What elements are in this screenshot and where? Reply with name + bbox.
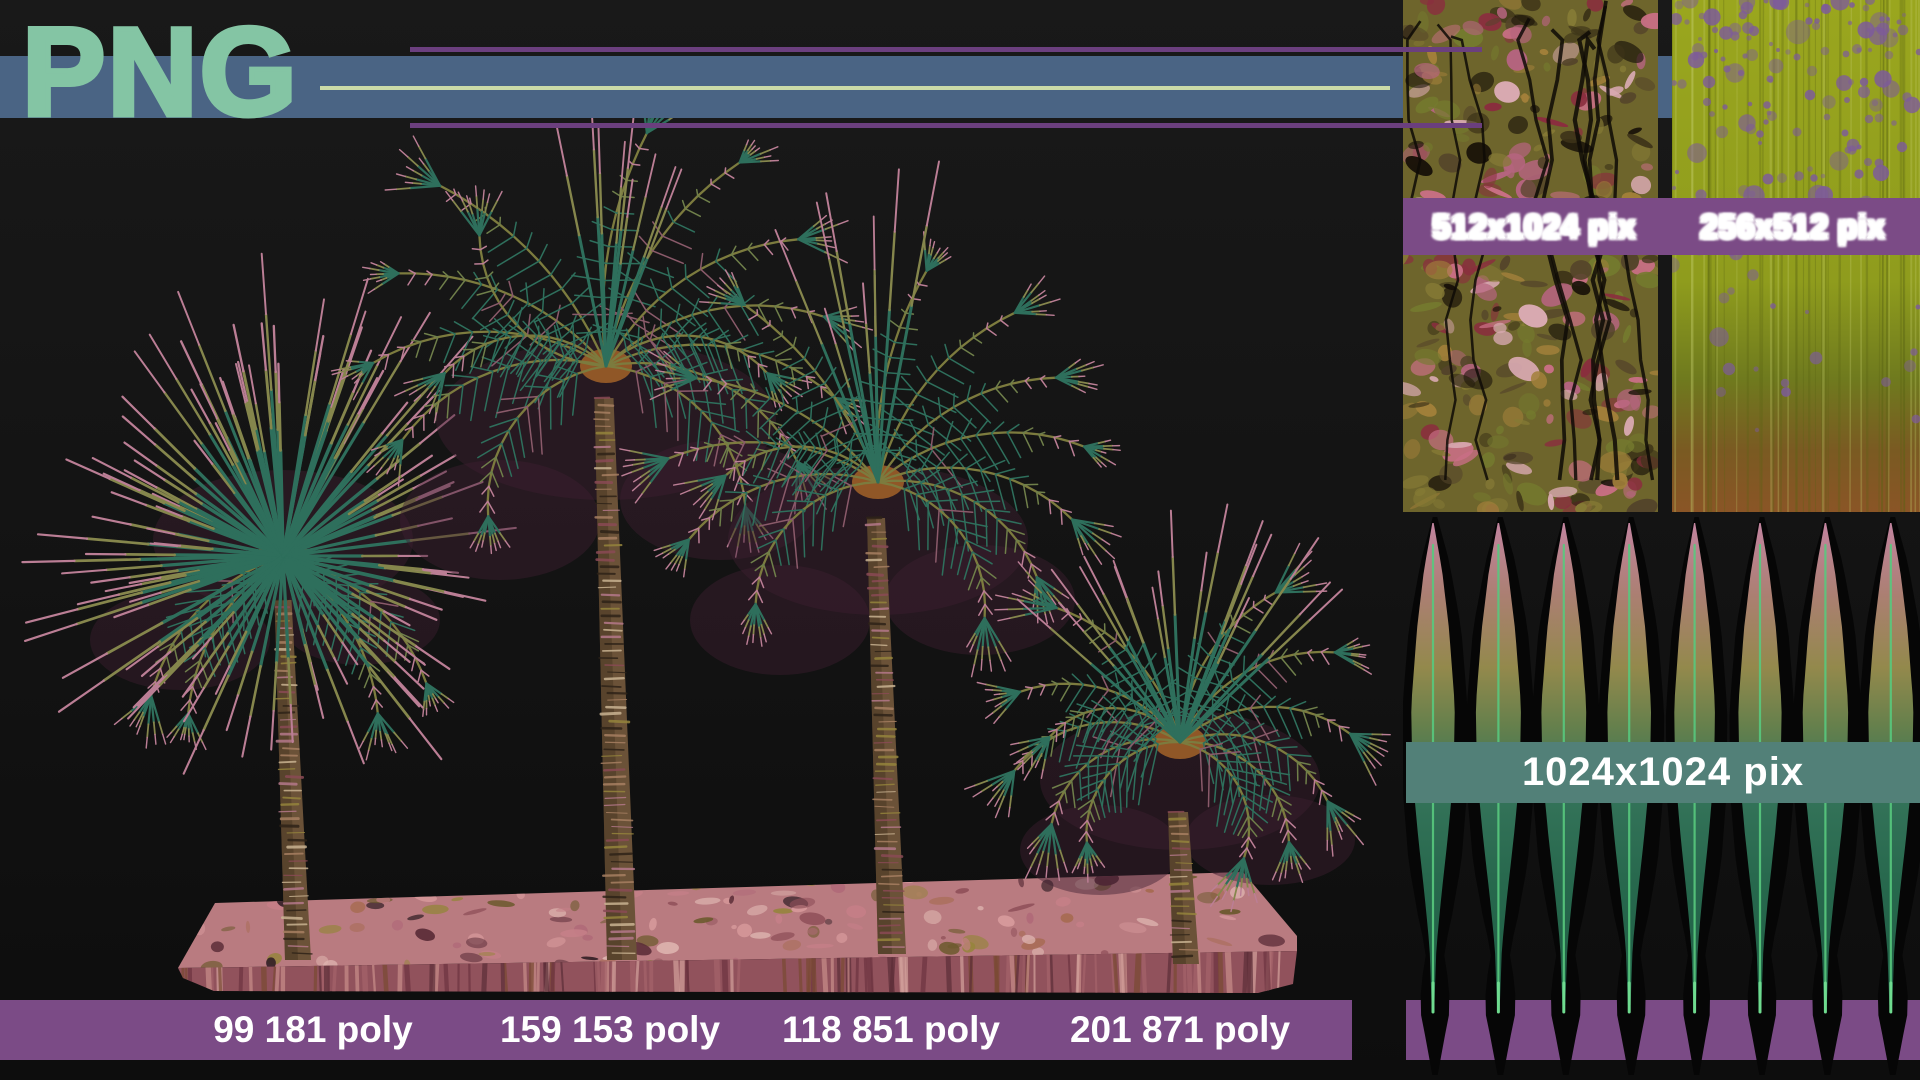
poly-count-label: 159 153 poly — [499, 1009, 721, 1050]
leaf-atlas-size-label: 1024x1024 pix — [1521, 750, 1805, 794]
spotted-texture-swatch — [1672, 0, 1920, 512]
poly-count-label: 99 181 poly — [213, 1009, 413, 1050]
poly-count-label: 118 851 poly — [781, 1009, 1001, 1050]
header-divider-middle — [320, 86, 1390, 90]
texture-size-band: 512x1024 pix 256x512 pix — [1403, 198, 1920, 255]
palm-grove-render — [21, 83, 1391, 993]
header-divider-top — [410, 47, 1482, 52]
leaf-atlas-size-band: 1024x1024 pix — [1406, 742, 1920, 803]
format-title: PNG — [20, 3, 300, 142]
texture-swatches — [1403, 0, 1920, 512]
bark-texture-size-label: 512x1024 pix — [1432, 207, 1636, 245]
palm-tree-1 — [21, 252, 517, 960]
spotted-texture-size-label: 256x512 pix — [1699, 207, 1886, 245]
product-poster: PNG 512x1024 pix 256x512 pix 1024x1024 p… — [0, 0, 1920, 1080]
poly-count-bar: 99 181 poly 159 153 poly 118 851 poly 20… — [0, 1000, 1352, 1060]
poly-count-label: 201 871 poly — [1069, 1009, 1291, 1050]
poly-bar-right-segment — [1406, 1000, 1920, 1060]
bark-texture-swatch — [1403, 0, 1658, 512]
header-divider-bottom — [410, 123, 1482, 128]
